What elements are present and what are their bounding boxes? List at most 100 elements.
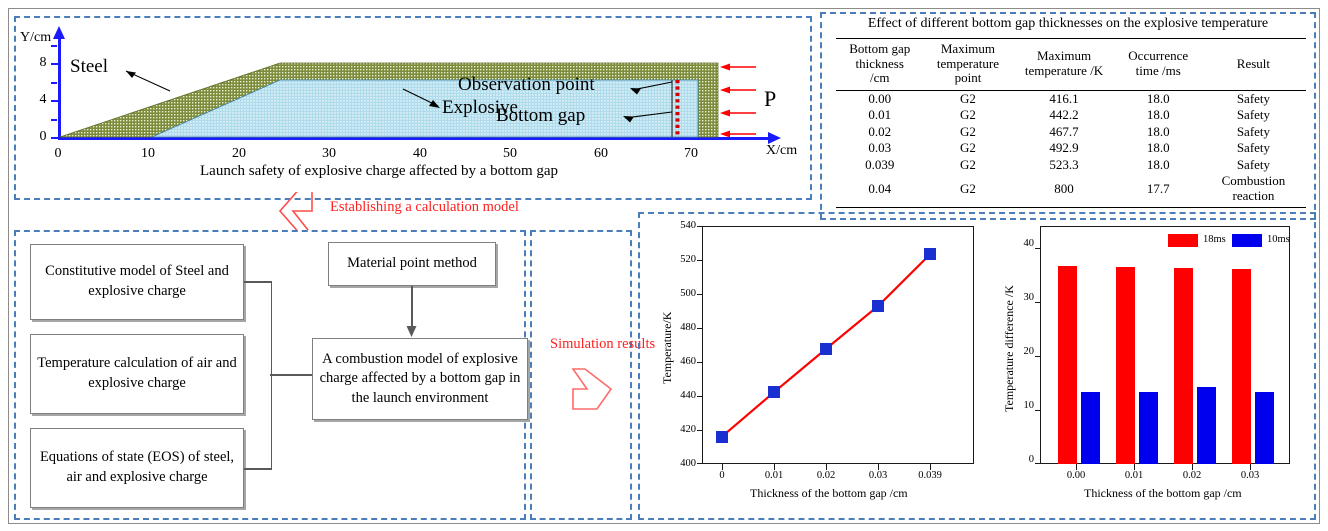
charts-container: 540 520 500 480 460 440 420 400 0 0.01 0… xyxy=(640,212,1316,520)
cell-tmax: 416.1 xyxy=(1049,90,1079,106)
table-row: 0.04 G2 800 17.7 Combustion reaction xyxy=(836,173,1306,208)
bar-x-tick: 0.03 xyxy=(1240,470,1260,481)
label-observation-point: Observation point xyxy=(458,74,595,95)
line-chart: 540 520 500 480 460 440 420 400 0 0.01 0… xyxy=(640,212,992,520)
bar-18ms xyxy=(1232,269,1251,464)
line-data-point xyxy=(924,248,936,261)
cell-point: G2 xyxy=(960,180,976,196)
connector-bracket-top xyxy=(244,281,272,283)
col-header-time: Occurrence time /ms xyxy=(1115,38,1201,91)
bar-x-tick: 0.01 xyxy=(1124,470,1144,481)
table-row: 0.02 G2 467.7 18.0 Safety xyxy=(836,124,1306,141)
table-row: 0.01 G2 442.2 18.0 Safety xyxy=(836,107,1306,124)
box-constitutive-model[interactable]: Constitutive model of Steel and explosiv… xyxy=(30,244,244,320)
bar-18ms xyxy=(1174,268,1193,464)
bar-chart: 40 30 20 10 0 0.00 0.01 0.02 0.03 18ms 1… xyxy=(992,212,1316,520)
cell-point: G2 xyxy=(960,107,976,123)
cell-result: Safety xyxy=(1236,156,1271,172)
cell-thickness: 0.039 xyxy=(865,156,895,172)
legend-label-18ms: 18ms xyxy=(1203,234,1226,245)
line-chart-y-axis-title: Temperature/K xyxy=(660,311,674,384)
col-header-point: Maximum temperature point xyxy=(923,38,1013,91)
box-temperature-calculation[interactable]: Temperature calculation of air and explo… xyxy=(30,334,244,414)
cell-tmax: 442.2 xyxy=(1049,107,1079,123)
legend-swatch-18ms xyxy=(1168,234,1198,247)
cell-tmax: 800 xyxy=(1054,180,1074,196)
connector-mpm-to-combustion xyxy=(411,286,413,330)
label-pressure-p: P xyxy=(764,86,777,111)
line-data-point xyxy=(872,300,884,313)
cell-result: Safety xyxy=(1236,140,1271,156)
results-table-body: 0.00 G2 416.1 18.0 Safety 0.01 G2 442.2 … xyxy=(836,90,1306,208)
table-row: 0.00 G2 416.1 18.0 Safety xyxy=(836,90,1306,107)
cell-thickness: 0.00 xyxy=(868,90,892,106)
establishing-chevron-icon xyxy=(278,192,314,230)
bar-x-tickmark xyxy=(1250,464,1252,470)
box-equations-of-state[interactable]: Equations of state (EOS) of steel, air a… xyxy=(30,428,244,508)
cell-point: G2 xyxy=(960,140,976,156)
geometry-caption: Launch safety of explosive charge affect… xyxy=(200,163,559,179)
bar-10ms xyxy=(1255,391,1274,464)
cell-time: 18.0 xyxy=(1146,90,1170,106)
cell-tmax: 523.3 xyxy=(1049,156,1079,172)
bar-18ms xyxy=(1116,267,1135,464)
cell-time: 18.0 xyxy=(1146,140,1170,156)
bar-y-tickmark xyxy=(1035,247,1041,249)
cell-thickness: 0.03 xyxy=(868,140,892,156)
establishing-label: Establishing a calculation model xyxy=(330,199,519,215)
table-row: 0.039 G2 523.3 18.0 Safety xyxy=(836,157,1306,174)
col-header-tmax: Maximum temperature /K xyxy=(1012,38,1116,91)
cell-point: G2 xyxy=(960,90,976,106)
bar-y-tickmark xyxy=(1035,463,1041,465)
bar-x-tick: 0.02 xyxy=(1182,470,1202,481)
bar-y-tickmark xyxy=(1035,355,1041,357)
bar-chart-y-axis-title: Temperature difference /K xyxy=(1002,285,1016,412)
geometry-diagram: Y/cm X/cm 0 4 8 0 10 20 30 40 50 60 70 S… xyxy=(18,18,808,196)
cell-result: Safety xyxy=(1236,107,1271,123)
box-material-point-method[interactable]: Material point method xyxy=(328,242,496,286)
simulation-chevron-icon xyxy=(571,368,613,410)
col-header-thickness: Bottom gap thickness/cm xyxy=(836,38,924,91)
cell-tmax: 492.9 xyxy=(1049,140,1079,156)
cell-result: Safety xyxy=(1236,90,1271,106)
box-combustion-model[interactable]: A combustion model of explosive charge a… xyxy=(312,338,528,420)
cell-thickness: 0.02 xyxy=(868,123,892,139)
bar-y-tickmark xyxy=(1035,409,1041,411)
legend-label-10ms: 10ms xyxy=(1267,234,1290,245)
cell-thickness: 0.04 xyxy=(868,180,892,196)
col-header-result: Result xyxy=(1200,38,1306,91)
cell-time: 18.0 xyxy=(1146,156,1170,172)
bar-chart-x-axis-title: Thickness of the bottom gap /cm xyxy=(1084,486,1242,500)
cell-point: G2 xyxy=(960,123,976,139)
cell-point: G2 xyxy=(960,156,976,172)
bar-y-tick: 40 xyxy=(1023,238,1035,249)
cell-result: Combustion reaction xyxy=(1221,173,1286,203)
cell-time: 18.0 xyxy=(1146,123,1170,139)
results-table: Bottom gap thickness/cm Maximum temperatur… xyxy=(836,38,1306,208)
bar-10ms xyxy=(1081,391,1100,464)
cell-thickness: 0.01 xyxy=(868,107,892,123)
bar-chart-plot-area xyxy=(1040,226,1290,464)
bar-10ms xyxy=(1139,391,1158,464)
cell-result: Safety xyxy=(1236,123,1271,139)
table-row: 0.03 G2 492.9 18.0 Safety xyxy=(836,140,1306,157)
connector-bracket-bottom xyxy=(244,468,272,470)
line-chart-x-axis-title: Thickness of the bottom gap /cm xyxy=(750,486,908,500)
label-bottom-gap: Bottom gap xyxy=(496,105,586,126)
line-data-point xyxy=(768,386,780,399)
connector-arrowhead-down xyxy=(406,326,417,337)
legend-swatch-10ms xyxy=(1232,234,1262,247)
table-container: Effect of different bottom gap thickness… xyxy=(820,12,1316,220)
bar-10ms xyxy=(1197,387,1216,464)
cell-time: 18.0 xyxy=(1146,107,1170,123)
bar-x-tickmark xyxy=(1192,464,1194,470)
line-data-point xyxy=(820,342,832,355)
bar-x-tick: 0.00 xyxy=(1066,470,1086,481)
bar-18ms xyxy=(1058,266,1077,464)
bar-y-tickmark xyxy=(1035,301,1041,303)
figure-root: Y/cm X/cm 0 4 8 0 10 20 30 40 50 60 70 S… xyxy=(0,0,1328,531)
bar-y-tick: 0 xyxy=(1028,454,1034,465)
line-data-point xyxy=(716,430,728,443)
bar-x-tickmark xyxy=(1076,464,1078,470)
line-chart-series xyxy=(721,253,931,438)
